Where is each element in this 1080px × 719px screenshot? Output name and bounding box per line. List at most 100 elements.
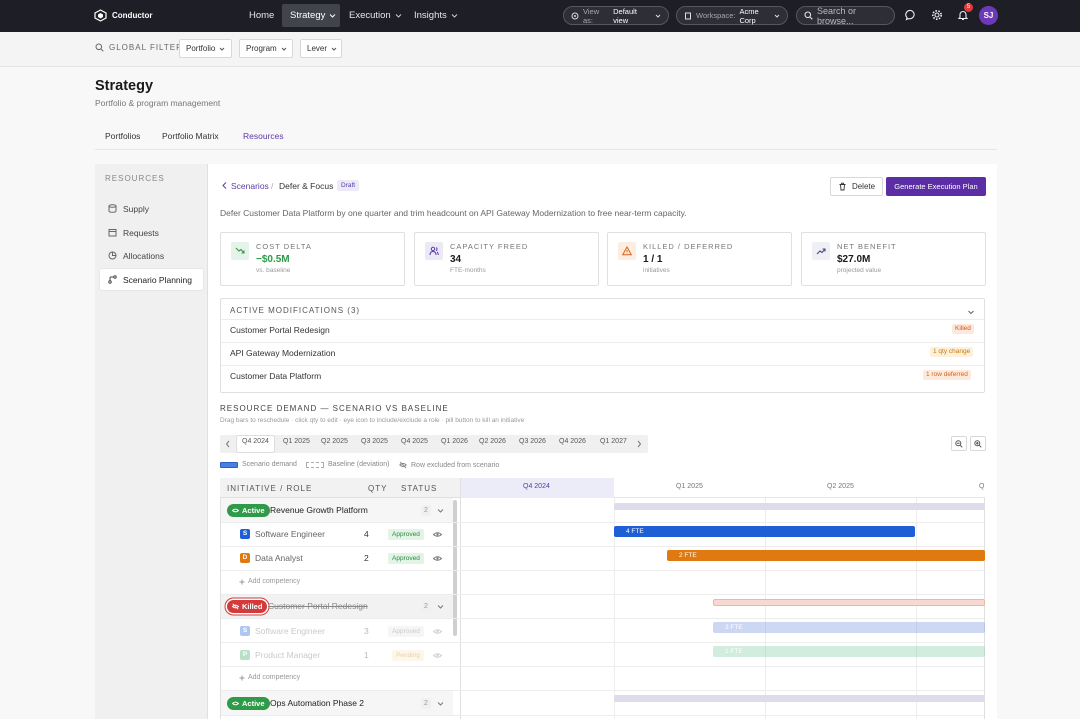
add-competency-button[interactable]: Add competency <box>239 674 300 681</box>
chevron-down-icon[interactable] <box>967 308 975 316</box>
sidebar-item-allocations[interactable]: Allocations <box>100 245 203 266</box>
quarter-tab[interactable]: Q4 2025 <box>401 438 428 445</box>
chevron-right-icon[interactable] <box>636 440 642 448</box>
sidebar-item-label: Scenario Planning <box>123 274 192 285</box>
divider <box>221 342 984 343</box>
divider <box>221 618 984 619</box>
demand-bar[interactable]: 2 FTE <box>667 550 985 561</box>
search-input[interactable]: Search or browse... <box>817 6 887 26</box>
scenario-description: Defer Customer Data Platform by one quar… <box>220 208 687 218</box>
role-qty[interactable]: 1 <box>364 650 369 660</box>
chevron-down-icon[interactable] <box>437 701 444 707</box>
nav-strategy[interactable]: Strategy <box>282 4 340 27</box>
breadcrumb-scenarios[interactable]: Scenarios <box>231 181 269 191</box>
brand-name: Conductor <box>112 11 153 20</box>
filter-portfolio[interactable]: Portfolio <box>179 39 232 58</box>
scenario-name: Defer & Focus <box>279 181 334 191</box>
modification-tag: 1 row deferred <box>923 370 971 380</box>
quarter-tab[interactable]: Q1 2026 <box>441 438 468 445</box>
database-icon <box>108 204 117 213</box>
quarter-tab[interactable]: Q3 2025 <box>361 438 388 445</box>
quarter-tab[interactable]: Q4 2024 <box>242 438 269 445</box>
kpi-card-killed-deferred: KILLED / DEFERRED 1 / 1 initiatives <box>607 232 792 286</box>
modification-tag: Killed <box>952 324 974 334</box>
eye-icon[interactable] <box>433 531 442 538</box>
quarter-tab[interactable]: Q1 2025 <box>283 438 310 445</box>
divider <box>221 666 984 667</box>
divider <box>221 715 984 716</box>
modification-row[interactable]: Customer Portal Redesign <box>230 325 330 335</box>
timeline-quarter: Q <box>979 483 985 490</box>
quarter-tab[interactable]: Q3 2026 <box>519 438 546 445</box>
quarter-tab[interactable]: Q1 2027 <box>600 438 627 445</box>
timeline-gridline <box>916 498 917 719</box>
nav-execution-label: Execution <box>349 10 391 21</box>
delete-button[interactable]: Delete <box>830 177 883 196</box>
nav-insights[interactable]: Insights <box>406 4 466 27</box>
user-avatar[interactable]: SJ <box>979 6 998 25</box>
status-badge: Draft <box>337 180 360 191</box>
trending-up-icon <box>812 242 830 260</box>
chevron-left-icon[interactable] <box>225 440 231 448</box>
tab-portfolio-matrix[interactable]: Portfolio Matrix <box>162 131 219 141</box>
eye-icon <box>232 507 239 514</box>
sidebar-item-label: Supply <box>123 203 149 214</box>
status-pill-killed[interactable]: Killed <box>227 600 268 613</box>
sidebar-item-scenario-planning[interactable]: Scenario Planning <box>100 269 203 290</box>
tab-resources[interactable]: Resources <box>243 131 284 141</box>
chevron-down-icon <box>281 46 287 52</box>
add-competency-button[interactable]: Add competency <box>239 578 300 585</box>
sidebar-item-supply[interactable]: Supply <box>100 198 203 219</box>
sidebar-item-requests[interactable]: Requests <box>100 222 203 243</box>
initiative-summary-bar[interactable] <box>614 503 985 510</box>
back-chevron-icon[interactable] <box>221 181 228 190</box>
role-qty[interactable]: 4 <box>364 529 369 539</box>
eye-icon <box>232 700 239 707</box>
filter-program[interactable]: Program <box>239 39 293 58</box>
conductor-logo-icon <box>94 9 107 22</box>
demand-bar[interactable]: 4 FTE <box>614 526 915 537</box>
modification-row[interactable]: Customer Data Platform <box>230 371 321 381</box>
add-competency-label: Add competency <box>248 578 301 585</box>
initiative-summary-bar[interactable] <box>614 695 985 702</box>
zoom-out-button[interactable] <box>951 436 967 451</box>
eye-icon[interactable] <box>433 628 442 635</box>
grid-scrollbar[interactable] <box>453 500 457 636</box>
quarter-tab[interactable]: Q2 2026 <box>479 438 506 445</box>
eye-icon[interactable] <box>433 652 442 659</box>
approval-badge: Approved <box>388 529 424 540</box>
eye-icon[interactable] <box>433 555 442 562</box>
role-qty[interactable]: 2 <box>364 553 369 563</box>
legend-baseline: Baseline (deviation) <box>306 461 389 468</box>
generate-execution-plan-button[interactable]: Generate Execution Plan <box>886 177 986 196</box>
quarter-tab[interactable]: Q2 2025 <box>321 438 348 445</box>
nav-execution[interactable]: Execution <box>341 4 410 27</box>
chat-icon[interactable] <box>905 9 917 21</box>
status-pill-active[interactable]: Active <box>227 504 270 517</box>
modifications-heading[interactable]: ACTIVE MODIFICATIONS (3) <box>230 306 360 315</box>
role-qty[interactable]: 3 <box>364 626 369 636</box>
modification-row[interactable]: API Gateway Modernization <box>230 348 335 358</box>
filter-lever[interactable]: Lever <box>300 39 342 58</box>
status-pill-active[interactable]: Active <box>227 697 270 710</box>
initiative-name: Customer Portal Redesign <box>268 601 368 611</box>
brand-logo[interactable]: Conductor <box>94 9 152 22</box>
view-as-selector[interactable]: View as: Default view <box>563 6 669 25</box>
kpi-value: $27.0M <box>837 254 871 265</box>
nav-home[interactable]: Home <box>241 4 282 27</box>
kpi-value: 1 / 1 <box>643 254 663 265</box>
role-name: Software Engineer <box>255 626 325 636</box>
workspace-selector[interactable]: Workspace: Acme Corp <box>676 6 788 25</box>
demand-bar[interactable]: 1 FTE <box>713 646 985 657</box>
chevron-down-icon <box>329 12 336 19</box>
chevron-down-icon[interactable] <box>437 604 444 610</box>
zoom-in-button[interactable] <box>970 436 986 451</box>
quarter-tab[interactable]: Q4 2026 <box>559 438 586 445</box>
initiative-summary-bar[interactable] <box>713 599 985 606</box>
search-icon <box>804 11 813 20</box>
global-search[interactable]: Search or browse... <box>796 6 895 26</box>
tab-portfolios[interactable]: Portfolios <box>105 131 140 141</box>
chevron-down-icon[interactable] <box>437 508 444 514</box>
demand-bar[interactable]: 3 FTE <box>713 622 985 633</box>
gear-icon[interactable] <box>931 9 943 21</box>
